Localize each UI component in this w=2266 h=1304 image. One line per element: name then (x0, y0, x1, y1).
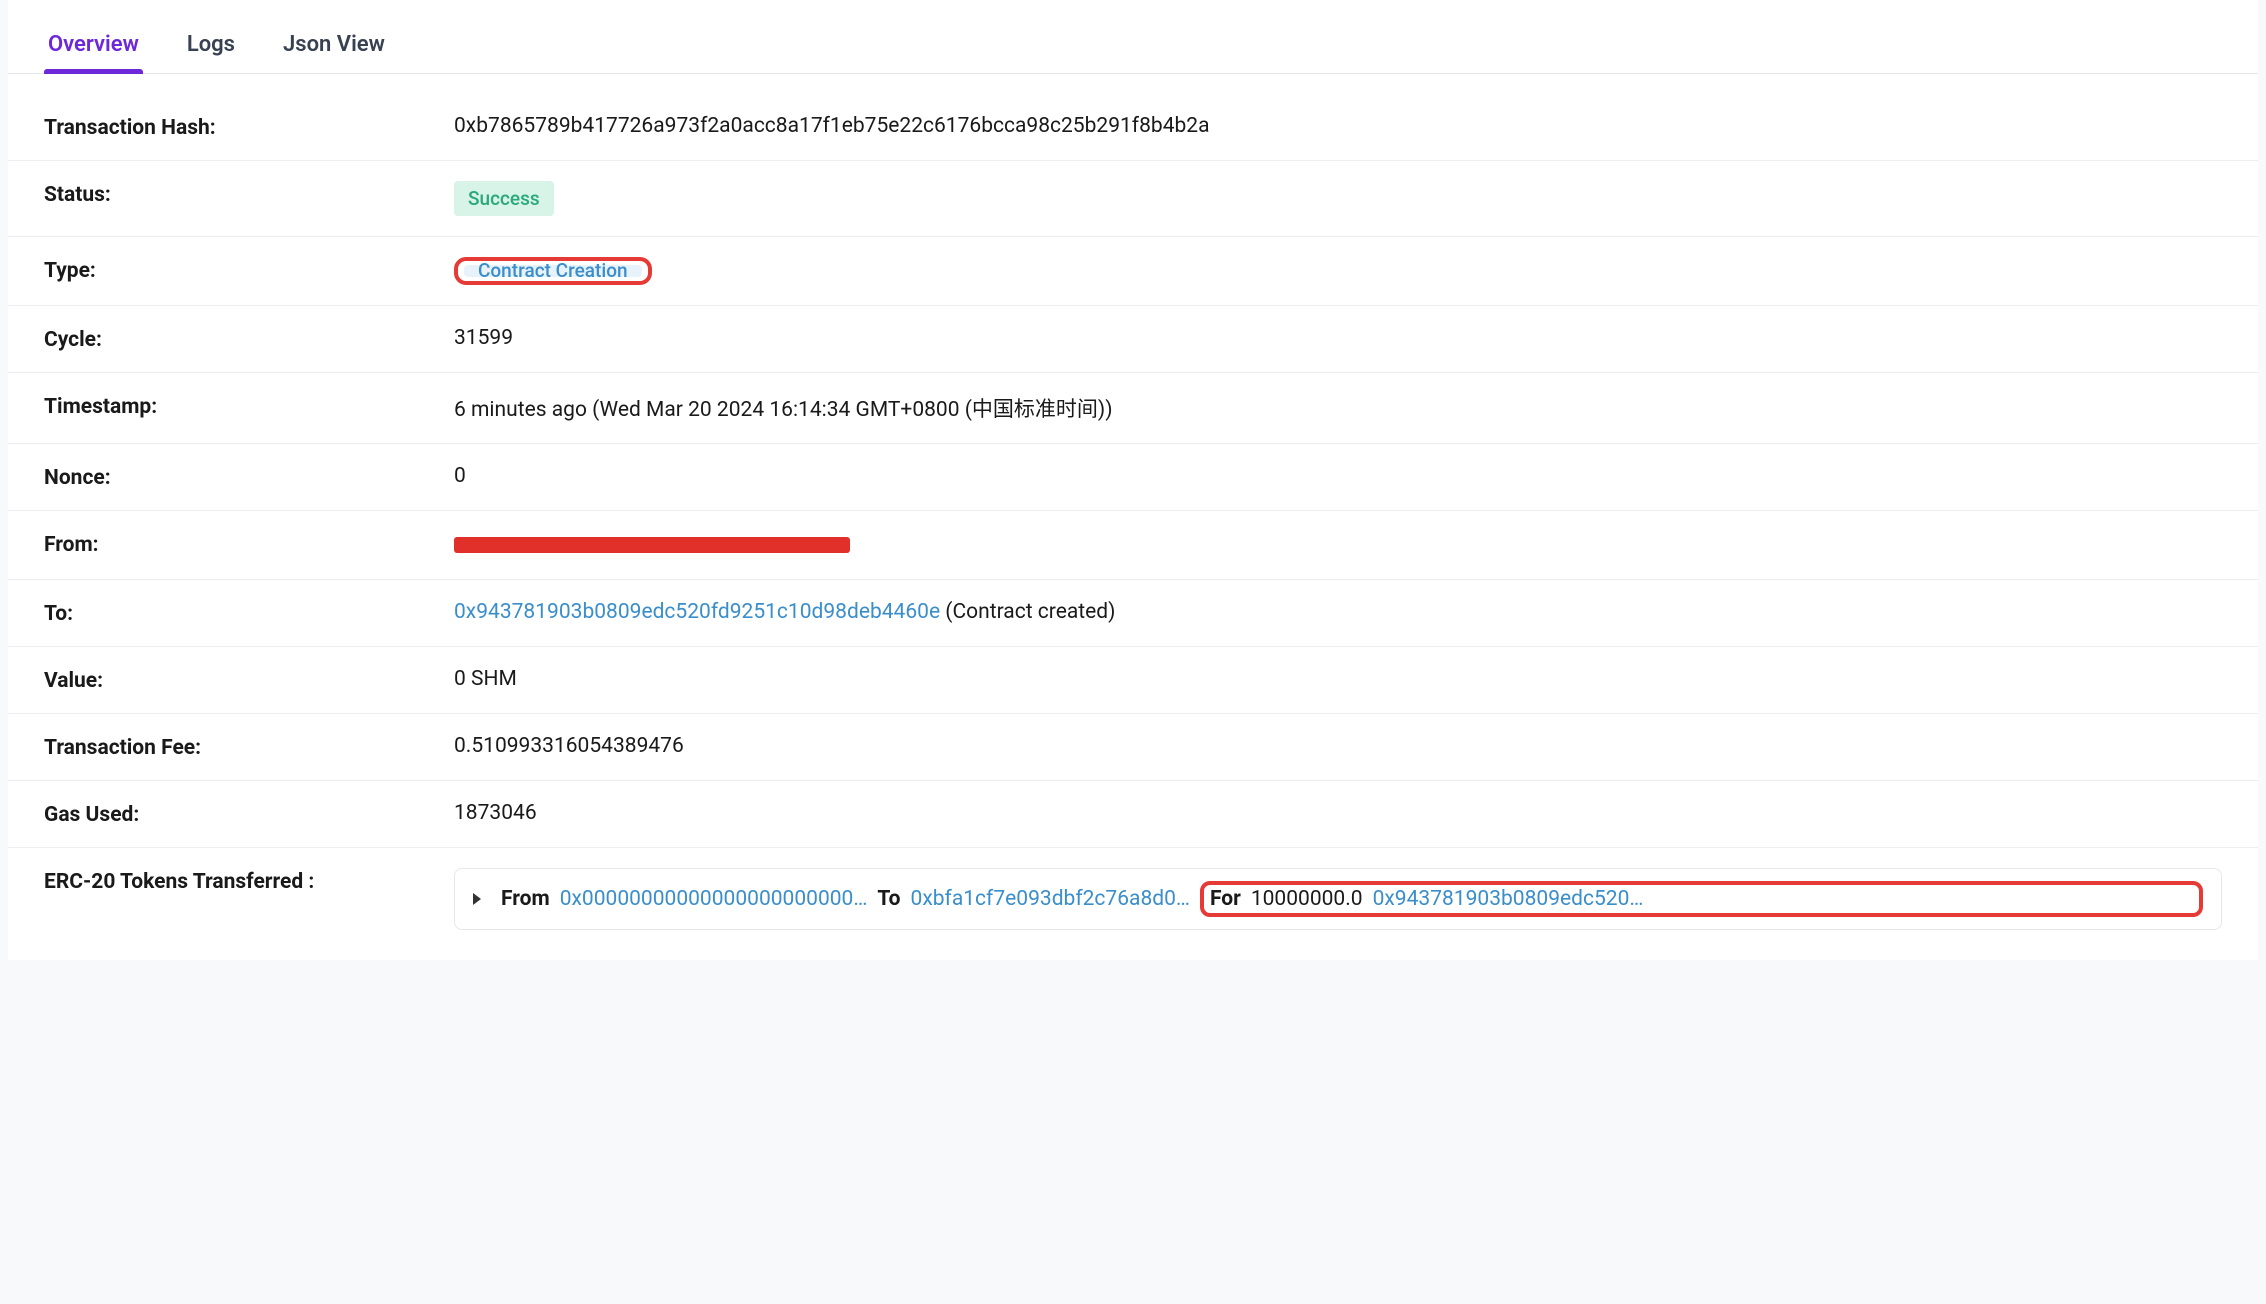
label-erc20: ERC-20 Tokens Transferred : (44, 868, 454, 894)
row-to: To: 0x943781903b0809edc520fd9251c10d98de… (8, 580, 2258, 647)
label-status: Status: (44, 181, 454, 207)
label-value: Value: (44, 667, 454, 693)
type-badge: Contract Creation (464, 265, 642, 277)
label-gas: Gas Used: (44, 801, 454, 827)
value-gas: 1873046 (454, 801, 2222, 825)
row-timestamp: Timestamp: 6 minutes ago (Wed Mar 20 202… (8, 373, 2258, 444)
label-nonce: Nonce: (44, 464, 454, 490)
value-cycle: 31599 (454, 326, 2222, 350)
overview-content: Transaction Hash: 0xb7865789b417726a973f… (8, 74, 2258, 960)
value-timestamp: 6 minutes ago (Wed Mar 20 2024 16:14:34 … (454, 393, 2222, 423)
tab-overview[interactable]: Overview (44, 20, 143, 73)
from-redacted-bar (454, 537, 850, 553)
row-gas: Gas Used: 1873046 (8, 781, 2258, 848)
transfer-for-label: For (1210, 887, 1241, 911)
row-status: Status: Success (8, 161, 2258, 237)
value-transaction-hash: 0xb7865789b417726a973f2a0acc8a17f1eb75e2… (454, 114, 2222, 138)
row-type: Type: Contract Creation (8, 237, 2258, 306)
row-erc20: ERC-20 Tokens Transferred : From 0x00000… (8, 848, 2258, 950)
value-status: Success (454, 181, 2222, 216)
tab-json-view[interactable]: Json View (279, 20, 389, 73)
row-cycle: Cycle: 31599 (8, 306, 2258, 373)
value-fee: 0.510993316054389476 (454, 734, 2222, 758)
to-address-link[interactable]: 0x943781903b0809edc520fd9251c10d98deb446… (454, 600, 940, 624)
label-transaction-hash: Transaction Hash: (44, 114, 454, 140)
row-from: From: (8, 511, 2258, 580)
value-erc20: From 0x00000000000000000000000… To 0xbfa… (454, 868, 2222, 930)
status-badge: Success (454, 181, 554, 216)
row-transaction-hash: Transaction Hash: 0xb7865789b417726a973f… (8, 94, 2258, 161)
value-type: Contract Creation (454, 257, 2222, 285)
for-highlight-box: For 10000000.0 0x943781903b0809edc520… (1200, 881, 2203, 917)
label-timestamp: Timestamp: (44, 393, 454, 419)
transfer-token-link[interactable]: 0x943781903b0809edc520… (1373, 887, 1644, 911)
caret-right-icon (473, 893, 481, 905)
to-suffix: (Contract created) (940, 600, 1115, 624)
label-from: From: (44, 531, 454, 557)
row-fee: Transaction Fee: 0.510993316054389476 (8, 714, 2258, 781)
transfer-to-label: To (877, 887, 900, 911)
transfer-from-link[interactable]: 0x00000000000000000000000… (560, 887, 868, 911)
value-nonce: 0 (454, 464, 2222, 488)
label-cycle: Cycle: (44, 326, 454, 352)
value-value: 0 SHM (454, 667, 2222, 691)
tabs: Overview Logs Json View (8, 0, 2258, 74)
transfer-amount: 10000000.0 (1251, 887, 1363, 911)
row-nonce: Nonce: 0 (8, 444, 2258, 511)
type-highlight-box: Contract Creation (454, 257, 652, 285)
from-redacted-wrap (454, 531, 850, 559)
transfer-to-link[interactable]: 0xbfa1cf7e093dbf2c76a8d0… (911, 887, 1190, 911)
label-fee: Transaction Fee: (44, 734, 454, 760)
transaction-panel: Overview Logs Json View Transaction Hash… (8, 0, 2258, 960)
transfer-from-label: From (501, 887, 550, 911)
label-type: Type: (44, 257, 454, 283)
label-to: To: (44, 600, 454, 626)
transfer-item[interactable]: From 0x00000000000000000000000… To 0xbfa… (454, 868, 2222, 930)
value-to: 0x943781903b0809edc520fd9251c10d98deb446… (454, 600, 2222, 624)
tab-logs[interactable]: Logs (183, 20, 239, 73)
value-from (454, 531, 2222, 559)
row-value: Value: 0 SHM (8, 647, 2258, 714)
